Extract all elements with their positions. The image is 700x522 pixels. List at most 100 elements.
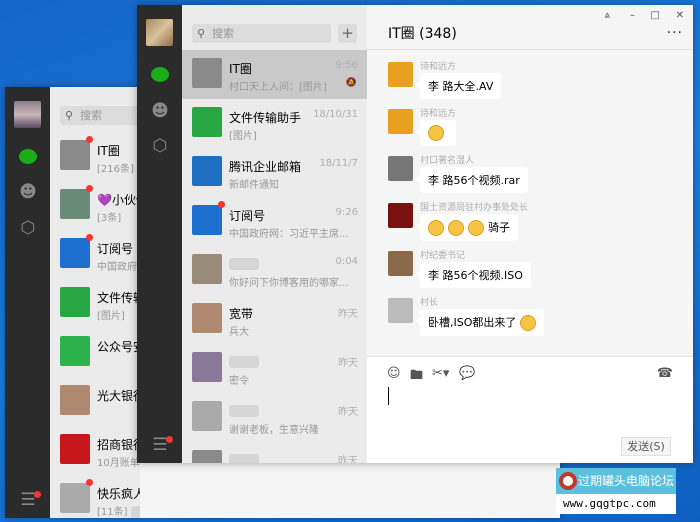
search-input[interactable]: ⚲ 搜索 — [192, 24, 331, 43]
search-placeholder: 搜索 — [80, 109, 102, 122]
chat-name: 💜小伙伴 — [97, 193, 140, 207]
cube-icon[interactable]: ⬡ — [18, 218, 38, 238]
video-call-icon[interactable]: ☎ — [657, 366, 673, 381]
watermark: 过期罐头电脑论坛 www.gqgtpc.com — [556, 468, 676, 514]
chat-time: 9:26 — [335, 207, 358, 218]
chat-avatar — [60, 287, 90, 317]
scissors-icon[interactable]: ✂▾ — [432, 366, 449, 381]
avatar[interactable] — [146, 19, 173, 46]
watermark-name: 过期罐头电脑论坛 — [578, 474, 675, 488]
search-input[interactable]: ⚲ 搜索 — [60, 106, 140, 125]
chat-list-item[interactable]: IT圈 村口天上人间：[图片] 9:56 🔕 — [182, 50, 367, 99]
watermark-logo-icon — [559, 472, 577, 490]
close-icon[interactable]: ✕ — [676, 10, 684, 21]
message-list: 诗和远方李 路大全.AV 诗和远方 村口著名湿人李 路56个视频.rar 国土资源局驻… — [367, 51, 693, 356]
chat-avatar — [60, 238, 90, 268]
avatar[interactable] — [14, 101, 41, 128]
sender-avatar — [388, 62, 413, 87]
chat-list-item[interactable]: 你好问下你博客用的哪家... 0:04 — [182, 246, 367, 295]
chat-list-item[interactable]: 叫嗯昨天 — [182, 442, 367, 463]
pin-icon[interactable]: ⩓ — [604, 10, 610, 21]
chat-preview: [216条] 村 — [97, 164, 140, 175]
chat-avatar — [192, 303, 222, 333]
chat-time: 18/11/7 — [319, 158, 358, 169]
chat-panel: IT圈 (348) ⩓ – □ ✕ ··· 诗和远方李 路大全.AV 诗和远方 村口… — [367, 5, 693, 463]
message: 诗和远方 — [388, 106, 693, 146]
chat-name: 快乐疯人院......疯... — [97, 487, 140, 501]
chat-list-item[interactable]: 订阅号中国政府网 — [50, 230, 140, 279]
message: 村口著名湿人李 路56个视频.rar — [388, 153, 693, 193]
emoji-icon — [520, 315, 537, 331]
chat-list: ⚲ 搜索 + IT圈 村口天上人间：[图片] 9:56 🔕 文件传输助手 [图片] 18/10… — [182, 5, 367, 463]
sender-name: 国土资源局驻村办事处处长 — [420, 203, 529, 213]
add-button[interactable]: + — [338, 24, 357, 43]
maximize-icon[interactable]: □ — [651, 10, 660, 21]
sender-name: 诗和远方 — [420, 109, 457, 119]
chat-list-item[interactable]: 谢谢老板，生意兴隆 昨天 — [182, 393, 367, 442]
chat-list-item[interactable]: 快乐疯人院......疯...[11条] [小程序]18/11/7 — [50, 475, 140, 518]
chat-avatar — [60, 434, 90, 464]
menu-badge — [34, 491, 41, 498]
chat-avatar — [60, 140, 90, 170]
emoji-icon[interactable]: ☺ — [387, 366, 401, 381]
send-button[interactable]: 发送(S) — [621, 437, 671, 456]
chat-icon[interactable] — [151, 67, 169, 82]
unread-badge — [86, 479, 93, 486]
chat-list-item[interactable]: 公众号安 — [50, 328, 140, 377]
chat-list-item[interactable]: 腾讯企业邮箱 新邮件通知 18/11/7 — [182, 148, 367, 197]
chat-list-item[interactable]: 文件传输 [图片] — [50, 279, 140, 328]
chat-time: 昨天 — [338, 309, 358, 320]
contacts-icon[interactable]: ☻ — [150, 101, 170, 121]
message-bubble[interactable]: 李 路56个视频.rar — [416, 167, 528, 193]
message-input-area[interactable]: ☺ 🖿 ✂▾ 💬 ☎ 发送(S) — [367, 356, 693, 463]
chat-name: 腾讯企业邮箱 — [229, 160, 302, 174]
more-button[interactable]: ··· — [667, 25, 683, 41]
cube-icon[interactable]: ⬡ — [150, 136, 170, 156]
message: 诗和远方李 路大全.AV — [388, 59, 693, 99]
chat-name: 光大银行 — [97, 389, 140, 403]
emoji-icon — [428, 220, 444, 236]
sender-avatar — [388, 203, 413, 228]
chat-list-item[interactable]: 订阅号 中国政府网：习近平主席... 9:26 — [182, 197, 367, 246]
search-icon: ⚲ — [65, 109, 74, 122]
chat-header: IT圈 (348) ⩓ – □ ✕ ··· — [367, 5, 693, 50]
chat-preview: 你好问下你博客用的哪家... — [229, 278, 349, 289]
search-placeholder: 搜索 — [212, 27, 234, 40]
chat-name — [229, 256, 259, 270]
chat-bubble-icon[interactable]: 💬 — [459, 366, 475, 381]
text-cursor — [388, 387, 389, 405]
message-bubble[interactable] — [416, 120, 456, 146]
message-bubble[interactable]: 卧槽,ISO都出来了 — [415, 309, 545, 336]
folder-icon[interactable]: 🖿 — [410, 366, 423, 388]
chat-list-item[interactable]: 文件传输助手 [图片] 18/10/31 — [182, 99, 367, 148]
sidebar: ☻ ⬡ ☰ — [137, 5, 182, 463]
chat-avatar — [60, 189, 90, 219]
chat-preview: 新邮件通知 — [229, 180, 279, 191]
chat-list-item[interactable]: 💜小伙伴 [3条] — [50, 181, 140, 230]
chat-list-item[interactable]: 招商银行 10月账单 — [50, 426, 140, 475]
sender-name: 诗和远方 — [420, 62, 457, 72]
chat-icon[interactable] — [19, 149, 37, 164]
chat-name — [229, 452, 259, 463]
sender-avatar — [388, 156, 413, 181]
chat-time: 9:56 — [335, 60, 358, 71]
sender-avatar — [388, 298, 413, 323]
chat-list-item[interactable]: 密令 昨天 — [182, 344, 367, 393]
sender-name: 村口著名湿人 — [420, 156, 475, 166]
back-chat-list: ⚲ 搜索 IT圈 [216条] 村 💜小伙伴 [3条] 订阅号中国政府网文件传输 [图片] 公… — [50, 87, 140, 518]
emoji-icon — [428, 125, 444, 141]
chat-name: 宽带 — [229, 307, 254, 321]
chat-list-item[interactable]: IT圈 [216条] 村 — [50, 132, 140, 181]
chat-list-item[interactable]: 光大银行 — [50, 377, 140, 426]
sender-avatar — [388, 109, 413, 134]
unread-badge — [86, 234, 93, 241]
message-bubble[interactable]: 李 路大全.AV — [415, 73, 502, 99]
message: 村纪委书记李 路56个视频.ISO — [388, 248, 693, 288]
chat-preview: [3条] — [97, 213, 122, 224]
minimize-icon[interactable]: – — [630, 10, 635, 21]
message-bubble[interactable]: 李 路56个视频.ISO — [416, 262, 531, 288]
message-bubble[interactable]: 骑子 — [416, 214, 518, 241]
chat-list-item[interactable]: 宽带兵大 昨天 — [182, 295, 367, 344]
chat-preview: 兵大 — [229, 327, 249, 338]
contacts-icon[interactable]: ☻ — [18, 182, 38, 202]
